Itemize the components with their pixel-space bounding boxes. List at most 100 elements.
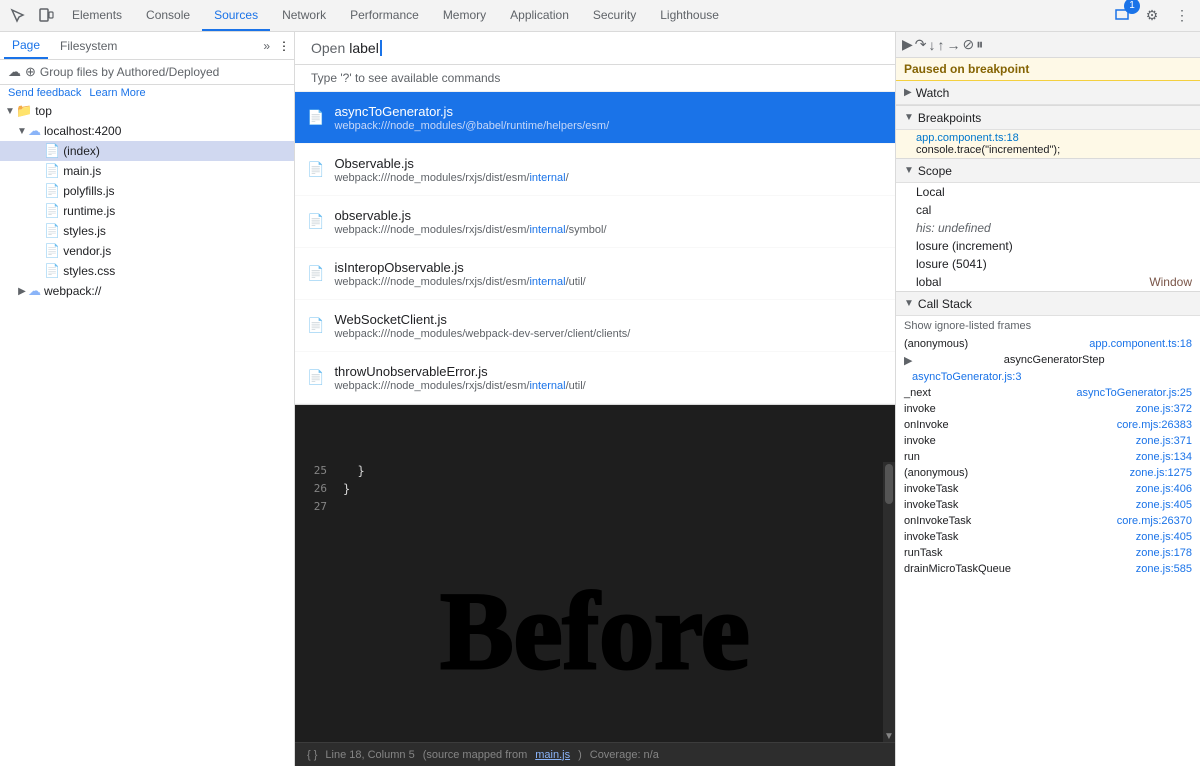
bottom-sourcemap: (source mapped from bbox=[423, 749, 528, 761]
file-icon-index: 📄 bbox=[44, 143, 60, 159]
call-stack-anon2[interactable]: (anonymous) zone.js:1275 bbox=[896, 465, 1200, 481]
tree-label-top: top bbox=[35, 104, 52, 118]
call-stack-runtask[interactable]: runTask zone.js:178 bbox=[896, 545, 1200, 561]
tree-item-main[interactable]: 📄 main.js bbox=[0, 161, 294, 181]
tree-item-index[interactable]: 📄 (index) bbox=[0, 141, 294, 161]
panel-options-icon[interactable]: ⋮ bbox=[278, 39, 290, 53]
breakpoints-header[interactable]: ▼ Breakpoints bbox=[896, 106, 1200, 130]
search-result-0[interactable]: 📄 asyncToGenerator.js webpack:///node_mo… bbox=[295, 92, 895, 144]
pause-on-exceptions-icon[interactable]: ⏸ bbox=[976, 36, 983, 53]
more-icon[interactable]: ⋮ bbox=[1168, 2, 1196, 30]
breakpoints-label: Breakpoints bbox=[918, 111, 981, 125]
panel-toolbar: ☁ ⊕ Group files by Authored/Deployed bbox=[0, 60, 294, 85]
settings-icon[interactable]: ⚙ bbox=[1138, 2, 1166, 30]
tree-item-styles-js[interactable]: 📄 styles.js bbox=[0, 221, 294, 241]
folder-icon-top: 📁 bbox=[16, 103, 32, 119]
bottom-braces[interactable]: { } bbox=[307, 749, 317, 761]
tab-console[interactable]: Console bbox=[134, 0, 202, 31]
tree-item-polyfills[interactable]: 📄 polyfills.js bbox=[0, 181, 294, 201]
search-result-2[interactable]: 📄 observable.js webpack:///node_modules/… bbox=[295, 196, 895, 248]
search-result-1[interactable]: 📄 Observable.js webpack:///node_modules/… bbox=[295, 144, 895, 196]
tree-item-top[interactable]: ▼ 📁 top bbox=[0, 101, 294, 121]
bottom-rparen: ) bbox=[578, 749, 582, 761]
resume-icon[interactable]: ▶ bbox=[902, 36, 913, 53]
call-stack-oninvoke[interactable]: onInvoke core.mjs:26383 bbox=[896, 417, 1200, 433]
devtools-toolbar: Elements Console Sources Network Perform… bbox=[0, 0, 1200, 32]
tree-item-webpack[interactable]: ▶ ☁ webpack:// bbox=[0, 281, 294, 301]
call-stack-asyncgen[interactable]: ▶ asyncGeneratorStep bbox=[896, 352, 1200, 369]
call-stack-name-drainmicro: drainMicroTaskQueue bbox=[904, 563, 1011, 575]
tab-network[interactable]: Network bbox=[270, 0, 338, 31]
search-result-4[interactable]: 📄 WebSocketClient.js webpack:///node_mod… bbox=[295, 300, 895, 352]
call-stack-oninvoketask[interactable]: onInvokeTask core.mjs:26370 bbox=[896, 513, 1200, 529]
result-name-1: Observable.js bbox=[334, 156, 568, 171]
tab-filesystem[interactable]: Filesystem bbox=[52, 32, 125, 59]
call-stack-drainmicro[interactable]: drainMicroTaskQueue zone.js:585 bbox=[896, 561, 1200, 577]
result-content-3: isInteropObservable.js webpack:///node_m… bbox=[334, 260, 585, 288]
result-content-4: WebSocketClient.js webpack:///node_modul… bbox=[334, 312, 630, 340]
tab-lighthouse[interactable]: Lighthouse bbox=[648, 0, 731, 31]
file-icon-styles-css: 📄 bbox=[44, 263, 60, 279]
step-out-icon[interactable]: ↑ bbox=[938, 37, 945, 53]
tab-sources[interactable]: Sources bbox=[202, 0, 270, 31]
tree-arrow-top: ▼ bbox=[4, 106, 16, 117]
device-icon[interactable] bbox=[32, 2, 60, 30]
call-stack-invoketask3[interactable]: invokeTask zone.js:405 bbox=[896, 529, 1200, 545]
feedback-icon[interactable]: 1 bbox=[1108, 2, 1136, 30]
call-stack-invoke2[interactable]: invoke zone.js:371 bbox=[896, 433, 1200, 449]
scope-key-cal: cal bbox=[916, 203, 931, 217]
inspect-icon[interactable] bbox=[4, 2, 32, 30]
open-label: Open bbox=[311, 40, 345, 56]
step-icon[interactable]: → bbox=[947, 37, 961, 53]
deactivate-breakpoints-icon[interactable]: ⊘ bbox=[963, 36, 975, 53]
tree-item-localhost[interactable]: ▼ ☁ localhost:4200 bbox=[0, 121, 294, 141]
tab-memory[interactable]: Memory bbox=[431, 0, 498, 31]
show-ignored[interactable]: Show ignore-listed frames bbox=[896, 316, 1200, 336]
tree-item-styles-css[interactable]: 📄 styles.css bbox=[0, 261, 294, 281]
call-stack-asyncgenloc[interactable]: asyncToGenerator.js:3 bbox=[896, 369, 1200, 385]
call-stack-name-oninvoketask: onInvokeTask bbox=[904, 515, 971, 527]
learn-more-link[interactable]: Learn More bbox=[89, 87, 145, 99]
sub-tab-more[interactable]: » bbox=[263, 39, 270, 53]
tab-elements[interactable]: Elements bbox=[60, 0, 134, 31]
step-into-icon[interactable]: ↓ bbox=[929, 37, 936, 53]
breakpoint-item[interactable]: app.component.ts:18 console.trace("incre… bbox=[896, 130, 1200, 158]
call-stack-next[interactable]: _next asyncToGenerator.js:25 bbox=[896, 385, 1200, 401]
file-tree: ▼ 📁 top ▼ ☁ localhost:4200 📄 (index) bbox=[0, 101, 294, 766]
scope-header[interactable]: ▼ Scope bbox=[896, 159, 1200, 183]
result-path-highlight-5: internal bbox=[529, 380, 565, 392]
send-feedback-link[interactable]: Send feedback bbox=[8, 87, 81, 99]
call-stack-loc-asyncgen2: asyncToGenerator.js:3 bbox=[912, 371, 1021, 383]
tab-page[interactable]: Page bbox=[4, 32, 48, 59]
call-stack-run[interactable]: run zone.js:134 bbox=[896, 449, 1200, 465]
result-icon-4: 📄 bbox=[307, 317, 324, 334]
breakpoints-section: ▼ Breakpoints app.component.ts:18 consol… bbox=[896, 106, 1200, 159]
result-name-4: WebSocketClient.js bbox=[334, 312, 630, 327]
call-stack-loc-invoketask1: zone.js:406 bbox=[1136, 483, 1192, 495]
call-stack-header[interactable]: ▼ Call Stack bbox=[896, 292, 1200, 316]
result-path-highlight-1: internal bbox=[529, 172, 565, 184]
call-stack-invoketask1[interactable]: invokeTask zone.js:406 bbox=[896, 481, 1200, 497]
result-icon-0: 📄 bbox=[307, 109, 324, 126]
tab-performance[interactable]: Performance bbox=[338, 0, 431, 31]
bottom-sourcefile[interactable]: main.js bbox=[535, 749, 570, 761]
tab-application[interactable]: Application bbox=[498, 0, 581, 31]
call-stack-section: ▼ Call Stack Show ignore-listed frames (… bbox=[896, 292, 1200, 766]
watch-header[interactable]: ▶ Watch bbox=[896, 81, 1200, 105]
search-result-3[interactable]: 📄 isInteropObservable.js webpack:///node… bbox=[295, 248, 895, 300]
search-result-5[interactable]: 📄 throwUnobservableError.js webpack:///n… bbox=[295, 352, 895, 404]
call-stack-invoketask2[interactable]: invokeTask zone.js:405 bbox=[896, 497, 1200, 513]
open-hint: Type '?' to see available commands bbox=[295, 65, 895, 92]
call-stack-invoke1[interactable]: invoke zone.js:372 bbox=[896, 401, 1200, 417]
call-stack-anonymous[interactable]: (anonymous) app.component.ts:18 bbox=[896, 336, 1200, 352]
result-icon-1: 📄 bbox=[307, 161, 324, 178]
result-path-suffix-2: /symbol/ bbox=[566, 224, 607, 236]
tree-item-runtime[interactable]: 📄 runtime.js bbox=[0, 201, 294, 221]
scrollbar-thumb[interactable] bbox=[885, 464, 893, 504]
step-over-icon[interactable]: ↷ bbox=[915, 36, 927, 53]
tree-item-vendor[interactable]: 📄 vendor.js bbox=[0, 241, 294, 261]
open-query[interactable]: label bbox=[349, 40, 379, 56]
cloud-icon-localhost: ☁ bbox=[28, 123, 41, 139]
tab-security[interactable]: Security bbox=[581, 0, 648, 31]
call-stack-label: Call Stack bbox=[918, 297, 972, 311]
